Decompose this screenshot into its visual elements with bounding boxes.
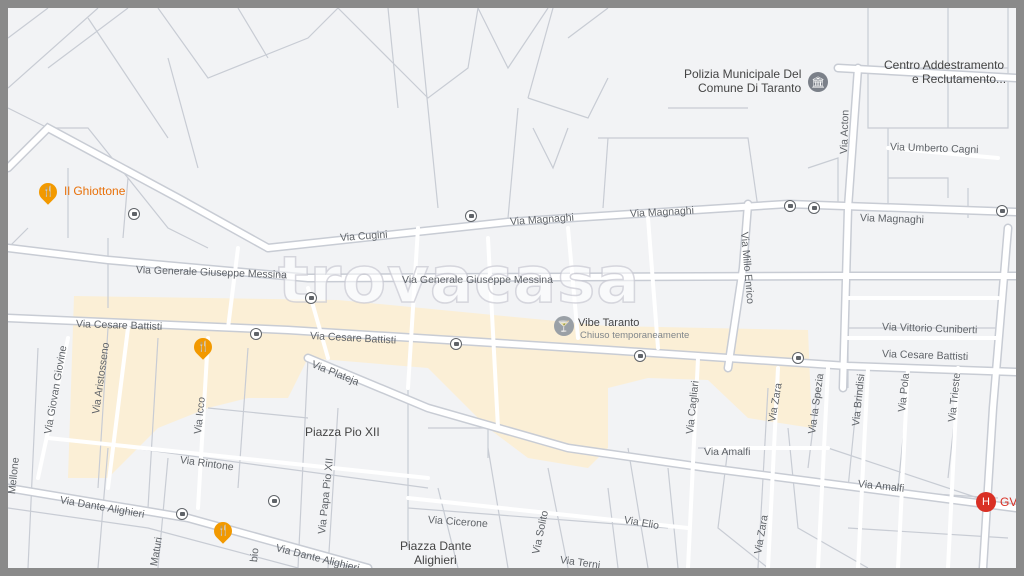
bus-stop-icon[interactable] [268,495,280,507]
bus-stop-icon[interactable] [450,338,462,350]
poi-hospital[interactable]: GV [1000,496,1016,508]
street-bio: bio [248,547,262,563]
bus-stop-icon[interactable] [996,205,1008,217]
bus-stop-icon[interactable] [250,328,262,340]
poi-ghiottone[interactable]: Il Ghiottone [64,185,125,197]
street-magnaghi: Via Magnaghi [859,212,925,227]
poi-vibe[interactable]: Vibe Taranto [578,317,639,329]
bus-stop-icon[interactable] [634,350,646,362]
hospital-icon[interactable]: H [976,492,996,512]
bus-stop-icon[interactable] [808,202,820,214]
poi-polizia-line1[interactable]: Polizia Municipale Del [684,68,801,80]
street-amalfi: Via Amalfi [704,446,751,458]
street-acton: Via Acton [838,109,852,155]
bus-stop-icon[interactable] [305,292,317,304]
bus-stop-icon[interactable] [784,200,796,212]
poi-centro-line1[interactable]: Centro Addestramento [884,59,1004,71]
poi-piazza-dante-line1[interactable]: Piazza Dante [400,540,471,552]
bus-stop-icon[interactable] [176,508,188,520]
poi-polizia-line2[interactable]: Comune Di Taranto [698,82,801,94]
government-building-icon[interactable]: 🏛 [808,72,828,92]
cocktail-bar-icon[interactable]: 🍸 [554,316,574,336]
poi-vibe-status: Chiuso temporaneamente [580,330,690,341]
bus-stop-icon[interactable] [465,210,477,222]
poi-piazza-pio[interactable]: Piazza Pio XII [305,426,380,438]
bus-stop-icon[interactable] [792,352,804,364]
bus-stop-icon[interactable] [128,208,140,220]
poi-centro-line2[interactable]: e Reclutamento... [912,73,1006,85]
map-canvas[interactable]: trovacasa Polizia Municipale Del Comune … [8,8,1016,568]
poi-piazza-dante-line2[interactable]: Alighieri [414,554,457,566]
street-messina: Via Generale Giuseppe Messina [402,274,553,286]
